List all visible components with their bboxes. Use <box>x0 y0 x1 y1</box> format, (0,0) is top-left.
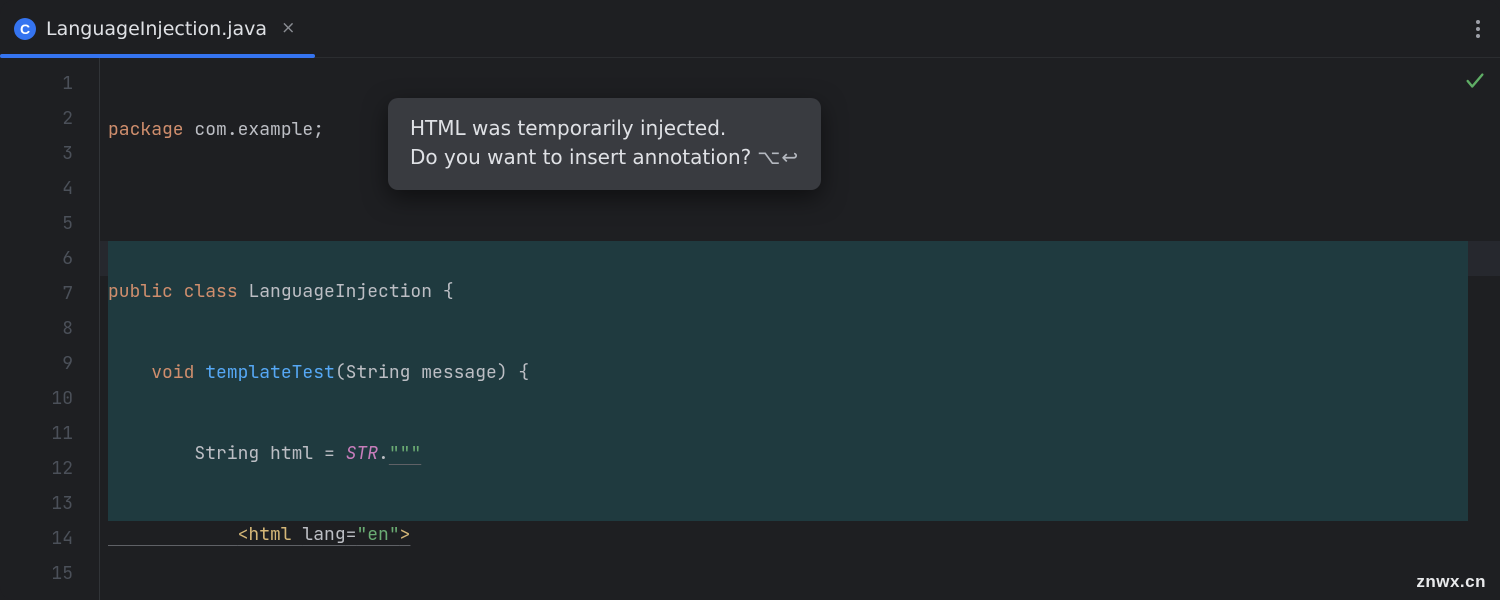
line-number: 13 <box>0 486 99 521</box>
tab-filename: LanguageInjection.java <box>46 18 267 40</box>
line-number: 2 <box>0 101 99 136</box>
intention-popup[interactable]: HTML was temporarily injected. Do you wa… <box>388 98 821 190</box>
popup-line-2: Do you want to insert annotation?⌥↩ <box>410 143 799 172</box>
popup-line-1: HTML was temporarily injected. <box>410 114 799 143</box>
line-number: 5 <box>0 206 99 241</box>
popup-shortcut: ⌥↩ <box>757 145 799 169</box>
code-line[interactable]: void templateTest(String message) { <box>100 355 1500 390</box>
line-number: 1 <box>0 66 99 101</box>
tab-bar: C LanguageInjection.java × <box>0 0 1500 58</box>
line-number: 9 <box>0 346 99 381</box>
line-number: 3 <box>0 136 99 171</box>
tabbar-spacer <box>315 0 1456 57</box>
line-number: 4 <box>0 171 99 206</box>
line-number: 11 <box>0 416 99 451</box>
inspection-status[interactable] <box>1464 70 1486 98</box>
kebab-icon <box>1476 20 1480 38</box>
line-number: 10 <box>0 381 99 416</box>
code-line[interactable]: public class LanguageInjection { <box>100 274 1500 309</box>
line-number: 14 <box>0 521 99 556</box>
line-gutter: 123456789101112131415 <box>0 58 100 600</box>
line-number: 8 <box>0 311 99 346</box>
tab-language-injection[interactable]: C LanguageInjection.java × <box>0 0 315 57</box>
line-number: 6 <box>0 241 99 276</box>
class-file-icon: C <box>14 18 36 40</box>
watermark: znwx.cn <box>1416 572 1486 592</box>
line-number: 15 <box>0 556 99 591</box>
line-number: 12 <box>0 451 99 486</box>
checkmark-icon <box>1464 70 1486 92</box>
code-line[interactable]: String html = STR.""" <box>100 436 1500 471</box>
close-tab-button[interactable]: × <box>277 18 299 39</box>
tab-options-button[interactable] <box>1456 0 1500 57</box>
code-line[interactable] <box>100 193 1500 228</box>
line-number: 7 <box>0 276 99 311</box>
code-line[interactable]: <html lang="en"> <box>100 517 1500 552</box>
